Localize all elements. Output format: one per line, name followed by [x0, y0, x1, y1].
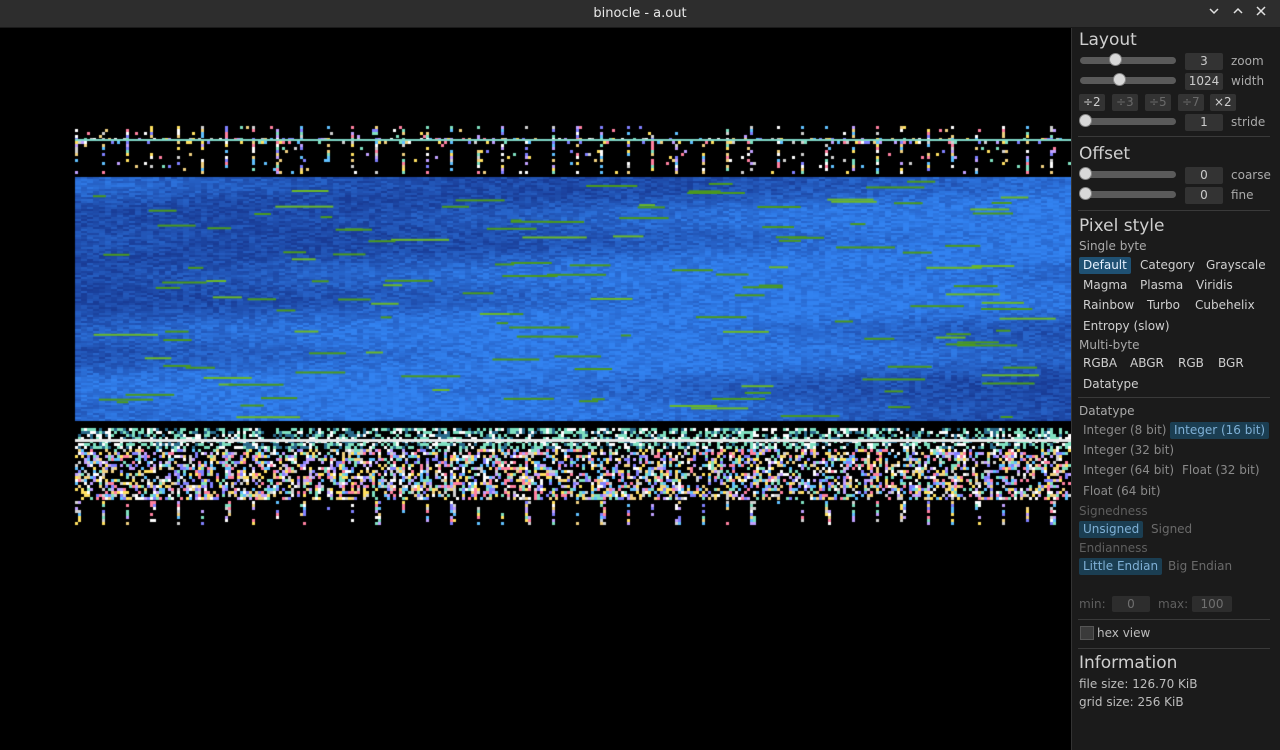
width-value[interactable]: 1024 — [1185, 73, 1223, 90]
width-div3-button[interactable]: ÷3 — [1112, 94, 1138, 111]
divider — [1078, 210, 1270, 211]
datatype-int8-button[interactable]: Integer (8 bit) — [1079, 422, 1170, 439]
style-default-button[interactable]: Default — [1079, 257, 1131, 274]
little-endian-button[interactable]: Little Endian — [1079, 558, 1163, 575]
width-label: width — [1231, 74, 1265, 88]
stride-value[interactable]: 1 — [1185, 114, 1223, 131]
style-abgr-button[interactable]: ABGR — [1126, 355, 1168, 372]
close-icon[interactable] — [1251, 4, 1271, 23]
information-heading: Information — [1079, 653, 1178, 673]
style-rgb-button[interactable]: RGB — [1174, 355, 1208, 372]
width-div7-button[interactable]: ÷7 — [1178, 94, 1204, 111]
fine-offset-value[interactable]: 0 — [1185, 187, 1223, 204]
datatype-float64-button[interactable]: Float (64 bit) — [1079, 483, 1165, 500]
style-magma-button[interactable]: Magma — [1079, 277, 1131, 294]
zoom-slider[interactable] — [1080, 53, 1176, 66]
style-grayscale-button[interactable]: Grayscale — [1202, 257, 1270, 274]
file-size-text: file size: 126.70 KiB — [1079, 677, 1198, 691]
stride-label: stride — [1231, 115, 1266, 129]
divider — [1078, 397, 1270, 398]
zoom-value[interactable]: 3 — [1185, 53, 1223, 70]
signed-button[interactable]: Signed — [1147, 521, 1196, 538]
min-label: min: — [1079, 597, 1106, 611]
width-x2-button[interactable]: ×2 — [1210, 94, 1236, 111]
style-rgba-button[interactable]: RGBA — [1079, 355, 1121, 372]
stride-slider-knob[interactable] — [1079, 114, 1092, 127]
layout-heading: Layout — [1079, 30, 1137, 50]
big-endian-button[interactable]: Big Endian — [1164, 558, 1236, 575]
settings-panel: Layout 3 zoom 1024 width ÷2 ÷3 ÷5 ÷7 ×2 … — [1071, 28, 1280, 750]
datatype-int32-button[interactable]: Integer (32 bit) — [1079, 442, 1178, 459]
width-slider-knob[interactable] — [1113, 73, 1126, 86]
style-category-button[interactable]: Category — [1136, 257, 1199, 274]
minimize-icon[interactable] — [1204, 4, 1224, 23]
style-datatype-button[interactable]: Datatype — [1079, 376, 1142, 393]
style-rainbow-button[interactable]: Rainbow — [1079, 297, 1138, 314]
maximize-icon[interactable] — [1228, 4, 1248, 23]
min-value-field[interactable]: 0 — [1112, 596, 1150, 612]
coarse-offset-slider[interactable] — [1079, 167, 1176, 180]
stride-slider[interactable] — [1079, 114, 1176, 127]
divider — [1078, 648, 1270, 649]
style-viridis-button[interactable]: Viridis — [1192, 277, 1237, 294]
datatype-int64-button[interactable]: Integer (64 bit) — [1079, 462, 1178, 479]
width-slider[interactable] — [1080, 73, 1176, 86]
coarse-offset-value[interactable]: 0 — [1185, 167, 1223, 184]
divider — [1078, 136, 1270, 137]
endianness-label: Endianness — [1079, 541, 1148, 555]
hex-view-checkbox[interactable] — [1080, 626, 1094, 640]
fine-label: fine — [1231, 188, 1254, 202]
binary-view-canvas[interactable] — [0, 28, 1071, 750]
zoom-label: zoom — [1231, 54, 1264, 68]
style-cubehelix-button[interactable]: Cubehelix — [1191, 297, 1259, 314]
multi-byte-label: Multi-byte — [1079, 338, 1140, 352]
fine-offset-slider[interactable] — [1079, 187, 1176, 200]
title-bar: binocle - a.out — [0, 0, 1280, 28]
max-label: max: — [1158, 597, 1189, 611]
fine-slider-knob[interactable] — [1079, 187, 1092, 200]
unsigned-button[interactable]: Unsigned — [1079, 521, 1144, 538]
grid-size-text: grid size: 256 KiB — [1079, 695, 1184, 709]
style-plasma-button[interactable]: Plasma — [1136, 277, 1187, 294]
signedness-label: Signedness — [1079, 504, 1148, 518]
max-value-field[interactable]: 100 — [1192, 596, 1232, 612]
pixel-style-heading: Pixel style — [1079, 216, 1165, 236]
datatype-int16-button[interactable]: Integer (16 bit) — [1170, 422, 1270, 439]
style-bgr-button[interactable]: BGR — [1214, 355, 1248, 372]
hex-view-label: hex view — [1097, 626, 1151, 640]
coarse-slider-knob[interactable] — [1079, 167, 1092, 180]
width-div5-button[interactable]: ÷5 — [1145, 94, 1171, 111]
datatype-float32-button[interactable]: Float (32 bit) — [1178, 462, 1264, 479]
coarse-label: coarse — [1231, 168, 1271, 182]
single-byte-label: Single byte — [1079, 239, 1147, 253]
offset-heading: Offset — [1079, 144, 1131, 164]
zoom-slider-knob[interactable] — [1109, 53, 1122, 66]
style-turbo-button[interactable]: Turbo — [1143, 297, 1184, 314]
divider — [1078, 619, 1270, 620]
width-div2-button[interactable]: ÷2 — [1079, 94, 1105, 111]
style-entropy-button[interactable]: Entropy (slow) — [1079, 318, 1174, 335]
binary-pixel-image — [0, 28, 1071, 750]
window-title: binocle - a.out — [593, 6, 687, 21]
datatype-label: Datatype — [1079, 404, 1135, 418]
